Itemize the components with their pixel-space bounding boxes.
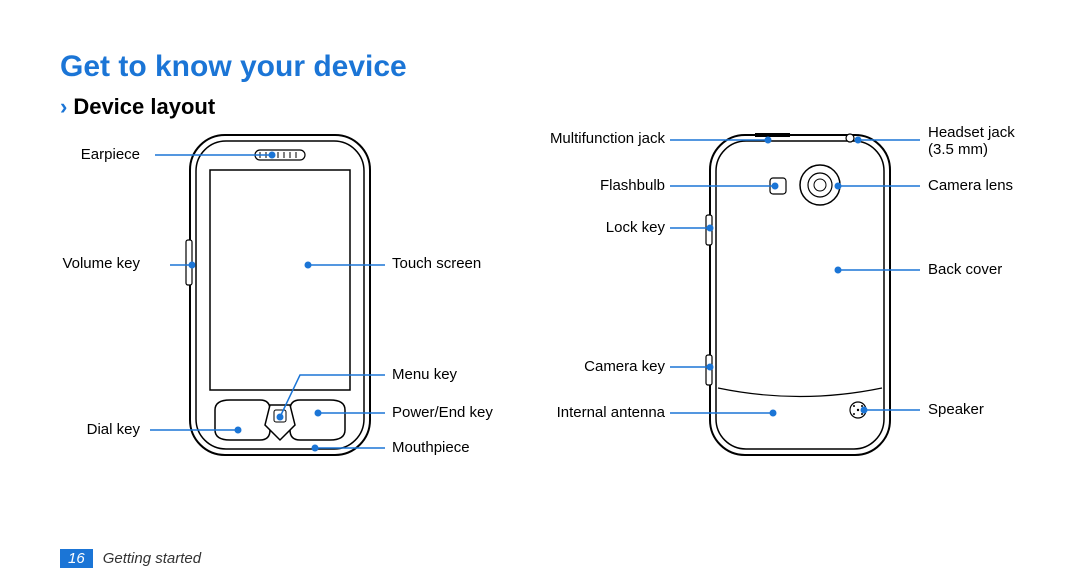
label-headset-jack-line1: Headset jack: [928, 124, 1015, 141]
label-headset-jack: Headset jack (3.5 mm): [928, 124, 1015, 158]
phone-back-illustration: [700, 130, 900, 460]
chevron-right-icon: ›: [60, 94, 67, 120]
chapter-name: Getting started: [103, 550, 201, 567]
label-mouthpiece: Mouthpiece: [392, 439, 470, 456]
device-layout-figures: Earpiece Volume key Dial key Touch scree…: [60, 130, 1020, 500]
phone-front-illustration: [180, 130, 380, 460]
label-headset-jack-line2: (3.5 mm): [928, 141, 988, 158]
label-dial-key: Dial key: [30, 421, 140, 438]
label-internal-antenna: Internal antenna: [530, 404, 665, 421]
label-flashbulb: Flashbulb: [530, 177, 665, 194]
label-camera-lens: Camera lens: [928, 177, 1013, 194]
label-lock-key: Lock key: [530, 219, 665, 236]
label-touch-screen: Touch screen: [392, 255, 481, 272]
label-back-cover: Back cover: [928, 261, 1002, 278]
label-multifunction-jack: Multifunction jack: [530, 130, 665, 147]
label-volume-key: Volume key: [30, 255, 140, 272]
label-speaker: Speaker: [928, 401, 984, 418]
page-footer: 16 Getting started: [60, 549, 201, 568]
section-heading: Device layout: [73, 94, 215, 120]
label-camera-key: Camera key: [530, 358, 665, 375]
label-power-end-key: Power/End key: [392, 404, 493, 421]
page-title: Get to know your device: [60, 50, 1020, 84]
page-number-badge: 16: [60, 549, 93, 568]
label-menu-key: Menu key: [392, 366, 457, 383]
label-earpiece: Earpiece: [30, 146, 140, 163]
